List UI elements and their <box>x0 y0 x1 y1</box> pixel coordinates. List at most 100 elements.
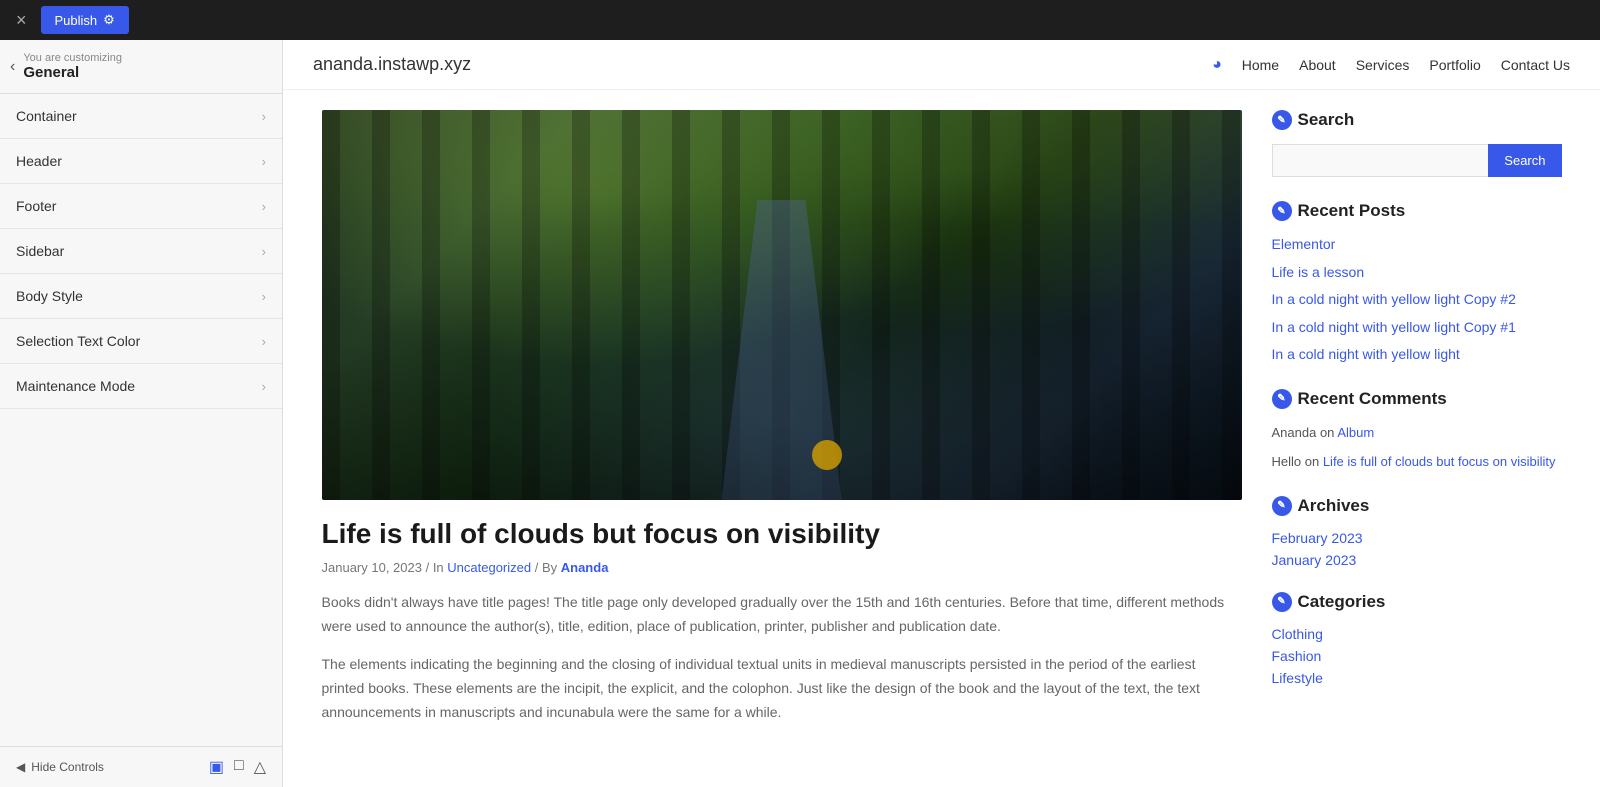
comment-author-2: Hello <box>1272 454 1302 469</box>
recent-comments-icon: ✎ <box>1272 389 1292 409</box>
chevron-right-icon: › <box>262 109 266 124</box>
recent-post-5[interactable]: In a cold night with yellow light <box>1272 345 1562 365</box>
post-author: Ananda <box>561 560 609 575</box>
site-header: ananda.instawp.xyz ◕ Home About Services… <box>283 40 1600 90</box>
recent-comments-title: ✎ Recent Comments <box>1272 389 1562 409</box>
eye-icon: ◀ <box>16 760 25 774</box>
post-meta: January 10, 2023 / In Uncategorized / By… <box>322 560 1242 575</box>
hero-image <box>322 110 1242 500</box>
sidebar-item-label: Header <box>16 153 62 169</box>
hide-controls-label: Hide Controls <box>31 760 104 774</box>
sidebar-item-maintenance-mode[interactable]: Maintenance Mode › <box>0 364 282 409</box>
main-content: Life is full of clouds but focus on visi… <box>322 110 1242 738</box>
categories-icon: ✎ <box>1272 592 1292 612</box>
device-icons: ▣ □ △ <box>209 757 266 777</box>
recent-posts-label: Recent Posts <box>1298 201 1406 221</box>
sidebar-item-label: Body Style <box>16 288 83 304</box>
post-date: January 10, 2023 <box>322 560 422 575</box>
yellow-circle <box>812 440 842 470</box>
comment-link-1[interactable]: Album <box>1337 425 1374 440</box>
nav-contact[interactable]: Contact Us <box>1501 57 1570 73</box>
category-lifestyle[interactable]: Lifestyle <box>1272 670 1562 686</box>
sidebar-item-body-style[interactable]: Body Style › <box>0 274 282 319</box>
sidebar-item-label: Maintenance Mode <box>16 378 135 394</box>
publish-label: Publish <box>55 13 98 28</box>
nav-portfolio[interactable]: Portfolio <box>1429 57 1480 73</box>
site-content: Life is full of clouds but focus on visi… <box>292 90 1592 758</box>
back-arrow-icon[interactable]: ‹ <box>10 58 15 76</box>
archive-feb-2023[interactable]: February 2023 <box>1272 530 1562 546</box>
comment-author-1: Ananda <box>1272 425 1317 440</box>
section-title: General <box>23 64 122 81</box>
close-icon[interactable]: × <box>10 10 33 31</box>
search-input[interactable] <box>1272 144 1489 177</box>
recent-post-4[interactable]: In a cold night with yellow light Copy #… <box>1272 318 1562 338</box>
archives-widget: ✎ Archives February 2023 January 2023 <box>1272 496 1562 568</box>
bottom-controls: ◀ Hide Controls ▣ □ △ <box>0 746 282 787</box>
recent-comments-label: Recent Comments <box>1298 389 1447 409</box>
recent-posts-title: ✎ Recent Posts <box>1272 201 1562 221</box>
sidebar-item-label: Sidebar <box>16 243 64 259</box>
archives-title: ✎ Archives <box>1272 496 1562 516</box>
preview-area: ananda.instawp.xyz ◕ Home About Services… <box>283 40 1600 787</box>
archive-jan-2023[interactable]: January 2023 <box>1272 552 1562 568</box>
desktop-icon[interactable]: ▣ <box>209 757 224 777</box>
tablet-icon[interactable]: □ <box>234 757 244 777</box>
post-excerpt-1: Books didn't always have title pages! Th… <box>322 591 1242 639</box>
post-title: Life is full of clouds but focus on visi… <box>322 516 1242 552</box>
mobile-icon[interactable]: △ <box>254 757 266 777</box>
sidebar-item-sidebar[interactable]: Sidebar › <box>0 229 282 274</box>
left-sidebar: ‹ You are customizing General Container … <box>0 40 283 787</box>
search-widget: ✎ Search Search <box>1272 110 1562 177</box>
sidebar-item-header[interactable]: Header › <box>0 139 282 184</box>
top-bar: × Publish ⚙ <box>0 0 1600 40</box>
comment-2: Hello on Life is full of clouds but focu… <box>1272 452 1562 472</box>
nav-search-icon[interactable]: ◕ <box>1212 56 1222 74</box>
nav-home[interactable]: Home <box>1242 57 1279 73</box>
recent-posts-widget: ✎ Recent Posts Elementor Life is a lesso… <box>1272 201 1562 365</box>
archives-icon: ✎ <box>1272 496 1292 516</box>
recent-post-1[interactable]: Elementor <box>1272 235 1562 255</box>
category-clothing[interactable]: Clothing <box>1272 626 1562 642</box>
recent-post-2[interactable]: Life is a lesson <box>1272 263 1562 283</box>
chevron-right-icon: › <box>262 244 266 259</box>
post-excerpt-2: The elements indicating the beginning an… <box>322 653 1242 724</box>
categories-title: ✎ Categories <box>1272 592 1562 612</box>
sidebar-item-selection-text-color[interactable]: Selection Text Color › <box>0 319 282 364</box>
sidebar-item-footer[interactable]: Footer › <box>0 184 282 229</box>
search-widget-icon: ✎ <box>1272 110 1292 130</box>
sidebar-item-container[interactable]: Container › <box>0 94 282 139</box>
post-category[interactable]: Uncategorized <box>447 560 531 575</box>
sidebar-items: Container › Header › Footer › Sidebar › … <box>0 94 282 746</box>
sidebar-title-group: You are customizing General <box>23 52 122 81</box>
sidebar-item-label: Container <box>16 108 77 124</box>
comment-1: Ananda on Album <box>1272 423 1562 443</box>
recent-post-3[interactable]: In a cold night with yellow light Copy #… <box>1272 290 1562 310</box>
archives-label: Archives <box>1298 496 1370 516</box>
hide-controls-button[interactable]: ◀ Hide Controls <box>16 760 104 774</box>
recent-posts-icon: ✎ <box>1272 201 1292 221</box>
chevron-right-icon: › <box>262 334 266 349</box>
chevron-right-icon: › <box>262 379 266 394</box>
nav-about[interactable]: About <box>1299 57 1336 73</box>
search-button[interactable]: Search <box>1488 144 1561 177</box>
comment-link-2[interactable]: Life is full of clouds but focus on visi… <box>1323 454 1556 469</box>
chevron-right-icon: › <box>262 289 266 304</box>
recent-comments-widget: ✎ Recent Comments Ananda on Album Hello … <box>1272 389 1562 472</box>
chevron-right-icon: › <box>262 199 266 214</box>
site-logo: ananda.instawp.xyz <box>313 54 471 75</box>
search-widget-title: ✎ Search <box>1272 110 1562 130</box>
sidebar-item-label: Selection Text Color <box>16 333 140 349</box>
right-sidebar: ✎ Search Search ✎ Recent Posts Elementor <box>1272 110 1562 738</box>
main-layout: ‹ You are customizing General Container … <box>0 40 1600 787</box>
categories-widget: ✎ Categories Clothing Fashion Lifestyle <box>1272 592 1562 686</box>
nav-services[interactable]: Services <box>1356 57 1410 73</box>
categories-label: Categories <box>1298 592 1386 612</box>
category-fashion[interactable]: Fashion <box>1272 648 1562 664</box>
chevron-right-icon: › <box>262 154 266 169</box>
sidebar-item-label: Footer <box>16 198 56 214</box>
gear-icon: ⚙ <box>103 12 115 28</box>
publish-button[interactable]: Publish ⚙ <box>41 6 129 34</box>
site-nav: ◕ Home About Services Portfolio Contact … <box>1212 56 1570 74</box>
sidebar-header: ‹ You are customizing General <box>0 40 282 94</box>
